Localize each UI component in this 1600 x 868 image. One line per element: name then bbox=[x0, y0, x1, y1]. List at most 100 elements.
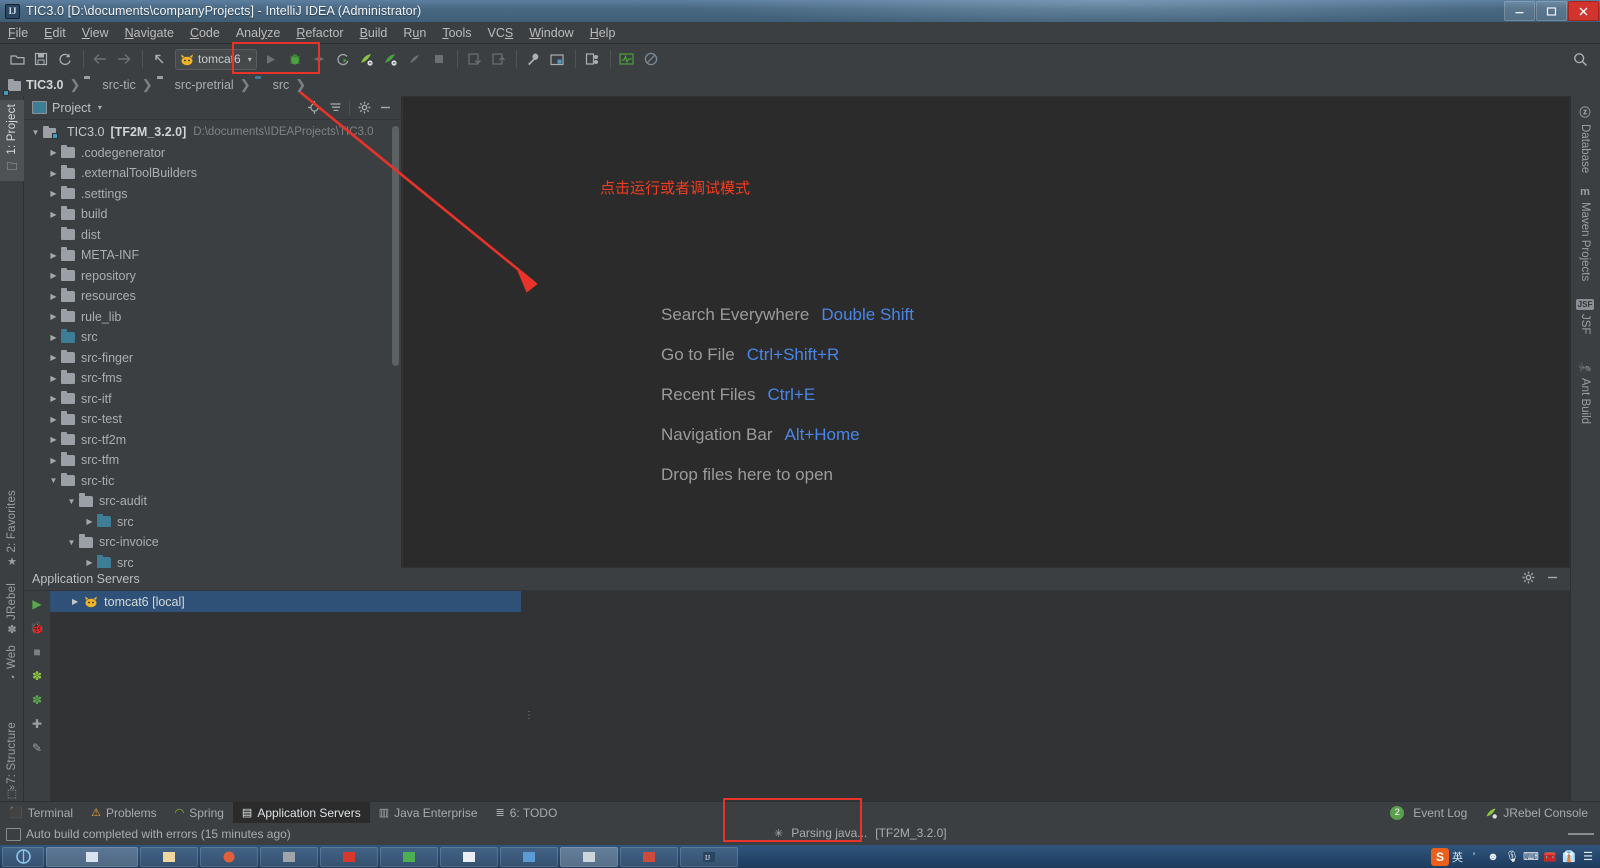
expand-arrow-icon[interactable]: ▶ bbox=[46, 415, 61, 424]
run-configuration-selector[interactable]: tomcat6 ▾ bbox=[175, 48, 257, 70]
tree-node-tic30[interactable]: ▼ TIC3.0 [TF2M_3.2.0] D:\documents\IDEAProj… bbox=[24, 122, 401, 143]
sogou-ime-icon[interactable]: S bbox=[1431, 847, 1449, 866]
menu-run[interactable]: Run bbox=[395, 24, 434, 42]
bottom-tab-terminal[interactable]: ⬛ Terminal bbox=[0, 802, 82, 824]
tree-node-codegenerator[interactable]: ▶ .codegenerator bbox=[24, 143, 401, 164]
ime-punctuation-icon[interactable]: ’ bbox=[1466, 849, 1482, 865]
update-project-icon[interactable] bbox=[463, 48, 485, 70]
add-server-icon[interactable]: ✚ bbox=[28, 715, 46, 733]
project-structure-icon[interactable] bbox=[546, 48, 568, 70]
stop-icon[interactable] bbox=[428, 48, 450, 70]
breadcrumb-item-src-tic[interactable]: src-tic bbox=[84, 78, 135, 92]
tree-node-src-tic[interactable]: ▼ src-tic bbox=[24, 471, 401, 492]
jrebel-console-button[interactable]: JRebel Console bbox=[1481, 802, 1592, 824]
collapse-arrow-icon[interactable]: ▼ bbox=[28, 128, 43, 137]
ime-keyboard-icon[interactable]: ⌨ bbox=[1523, 849, 1539, 865]
tree-node-src-finger[interactable]: ▶ src-finger bbox=[24, 348, 401, 369]
taskbar-item[interactable] bbox=[140, 846, 198, 867]
menu-tools[interactable]: Tools bbox=[434, 24, 479, 42]
tree-node-src-fms[interactable]: ▶ src-fms bbox=[24, 368, 401, 389]
sidebar-tab-maven-projects[interactable]: Maven Projects m bbox=[1570, 186, 1600, 281]
ime-language-indicator[interactable]: 英 bbox=[1452, 849, 1463, 865]
run-server-icon[interactable]: ▶ bbox=[28, 595, 46, 613]
sync-refresh-icon[interactable] bbox=[54, 48, 76, 70]
edit-config-icon[interactable]: ✎ bbox=[28, 739, 46, 757]
expand-arrow-icon[interactable]: ▶ bbox=[46, 394, 61, 403]
search-everywhere-icon[interactable] bbox=[1570, 49, 1590, 69]
tree-node-src-tf2m[interactable]: ▶ src-tf2m bbox=[24, 430, 401, 451]
jrebel-debug-icon[interactable]: ✽ bbox=[28, 691, 46, 709]
jrebel-debug-icon[interactable] bbox=[380, 48, 402, 70]
menu-build[interactable]: Build bbox=[352, 24, 396, 42]
ime-toolbox-icon[interactable]: 🧰 bbox=[1542, 849, 1558, 865]
tree-node-dist[interactable]: dist bbox=[24, 225, 401, 246]
taskbar-item[interactable] bbox=[46, 846, 138, 867]
breadcrumb-item-src-pretrial[interactable]: src-pretrial bbox=[157, 78, 234, 92]
tree-node-src-audit[interactable]: ▼ src-audit bbox=[24, 491, 401, 512]
expand-arrow-icon[interactable]: ▶ bbox=[46, 456, 61, 465]
tree-node-src-tfm[interactable]: ▶ src-tfm bbox=[24, 450, 401, 471]
bottom-tab-problems[interactable]: ⚠ Problems bbox=[82, 802, 166, 824]
tree-node-src-test[interactable]: ▶ src-test bbox=[24, 409, 401, 430]
tree-node-rule-lib[interactable]: ▶ rule_lib bbox=[24, 307, 401, 328]
tree-node-settings[interactable]: ▶ .settings bbox=[24, 184, 401, 205]
settings-wrench-icon[interactable] bbox=[522, 48, 544, 70]
back-icon[interactable] bbox=[89, 48, 111, 70]
save-all-icon[interactable] bbox=[30, 48, 52, 70]
tree-node-build[interactable]: ▶ build bbox=[24, 204, 401, 225]
expand-arrow-icon[interactable]: ▶ bbox=[46, 251, 61, 260]
tree-node-src-itf[interactable]: ▶ src-itf bbox=[24, 389, 401, 410]
application-servers-content[interactable]: ▶ tomcat6 [local] ⋮ bbox=[50, 591, 1570, 801]
jrebel-run-icon[interactable]: ✽ bbox=[28, 667, 46, 685]
disable-jrebel-icon[interactable] bbox=[640, 48, 662, 70]
locate-in-tree-icon[interactable] bbox=[305, 99, 323, 117]
expand-arrow-icon[interactable]: ▶ bbox=[46, 169, 61, 178]
expand-arrow-icon[interactable]: ▶ bbox=[46, 210, 61, 219]
taskbar-item[interactable] bbox=[500, 846, 558, 867]
attach-to-process-icon[interactable] bbox=[332, 48, 354, 70]
collapse-arrow-icon[interactable]: ▼ bbox=[64, 538, 79, 547]
server-list-item-tomcat6[interactable]: ▶ tomcat6 [local] bbox=[50, 591, 521, 612]
menu-refactor[interactable]: Refactor bbox=[288, 24, 351, 42]
last-edit-location-icon[interactable] bbox=[148, 48, 170, 70]
chevron-down-icon[interactable]: ▾ bbox=[98, 103, 102, 112]
taskbar-item[interactable] bbox=[200, 846, 258, 867]
expand-arrow-icon[interactable]: ▶ bbox=[46, 333, 61, 342]
taskbar-item-intellij[interactable]: IJ bbox=[680, 846, 738, 867]
close-button[interactable] bbox=[1568, 1, 1599, 21]
expand-arrow-icon[interactable]: ▶ bbox=[46, 312, 61, 321]
editor-area[interactable]: 点击运行或者调试模式 Search Everywhere Double Shift… bbox=[402, 96, 1570, 568]
menu-code[interactable]: Code bbox=[182, 24, 228, 42]
breadcrumb-item-tic3.0[interactable]: TIC3.0 bbox=[3, 78, 64, 96]
run-with-coverage-icon[interactable] bbox=[308, 48, 330, 70]
tree-node-meta-inf[interactable]: ▶ META-INF bbox=[24, 245, 401, 266]
settings-gear-icon[interactable] bbox=[355, 99, 373, 117]
open-project-icon[interactable] bbox=[6, 48, 28, 70]
settings-gear-icon[interactable] bbox=[1520, 571, 1536, 587]
menu-edit[interactable]: Edit bbox=[36, 24, 74, 42]
taskbar-item[interactable] bbox=[620, 846, 678, 867]
expand-arrow-icon[interactable]: ▶ bbox=[46, 148, 61, 157]
run-icon[interactable] bbox=[260, 48, 282, 70]
hide-panel-icon[interactable] bbox=[1544, 571, 1560, 587]
splitter-grip[interactable]: ⋮ bbox=[524, 711, 534, 721]
collapse-all-icon[interactable] bbox=[326, 99, 344, 117]
menu-view[interactable]: View bbox=[74, 24, 117, 42]
expand-arrow-icon[interactable]: ▶ bbox=[46, 271, 61, 280]
sidebar-tab-web[interactable]: Web ◔ bbox=[0, 641, 24, 688]
taskbar-item[interactable] bbox=[320, 846, 378, 867]
project-tree-scrollbar[interactable] bbox=[392, 126, 399, 366]
bottom-tab-spring[interactable]: ◠ Spring bbox=[166, 802, 233, 824]
debug-server-icon[interactable]: 🐞 bbox=[28, 619, 46, 637]
expand-arrow-icon[interactable]: ▶ bbox=[46, 292, 61, 301]
bottom-tab-java-enterprise[interactable]: ▥ Java Enterprise bbox=[370, 802, 487, 824]
debug-icon[interactable] bbox=[284, 48, 306, 70]
expand-arrow-icon[interactable]: ▶ bbox=[82, 558, 97, 567]
collapse-arrow-icon[interactable]: ▼ bbox=[64, 497, 79, 506]
tree-node-repository[interactable]: ▶ repository bbox=[24, 266, 401, 287]
expand-tool-strip-button[interactable]: » bbox=[0, 782, 24, 793]
menu-analyze[interactable]: Analyze bbox=[228, 24, 288, 42]
menu-window[interactable]: Window bbox=[521, 24, 581, 42]
expand-arrow-icon[interactable]: ▶ bbox=[46, 435, 61, 444]
expand-arrow-icon[interactable]: ▶ bbox=[46, 374, 61, 383]
